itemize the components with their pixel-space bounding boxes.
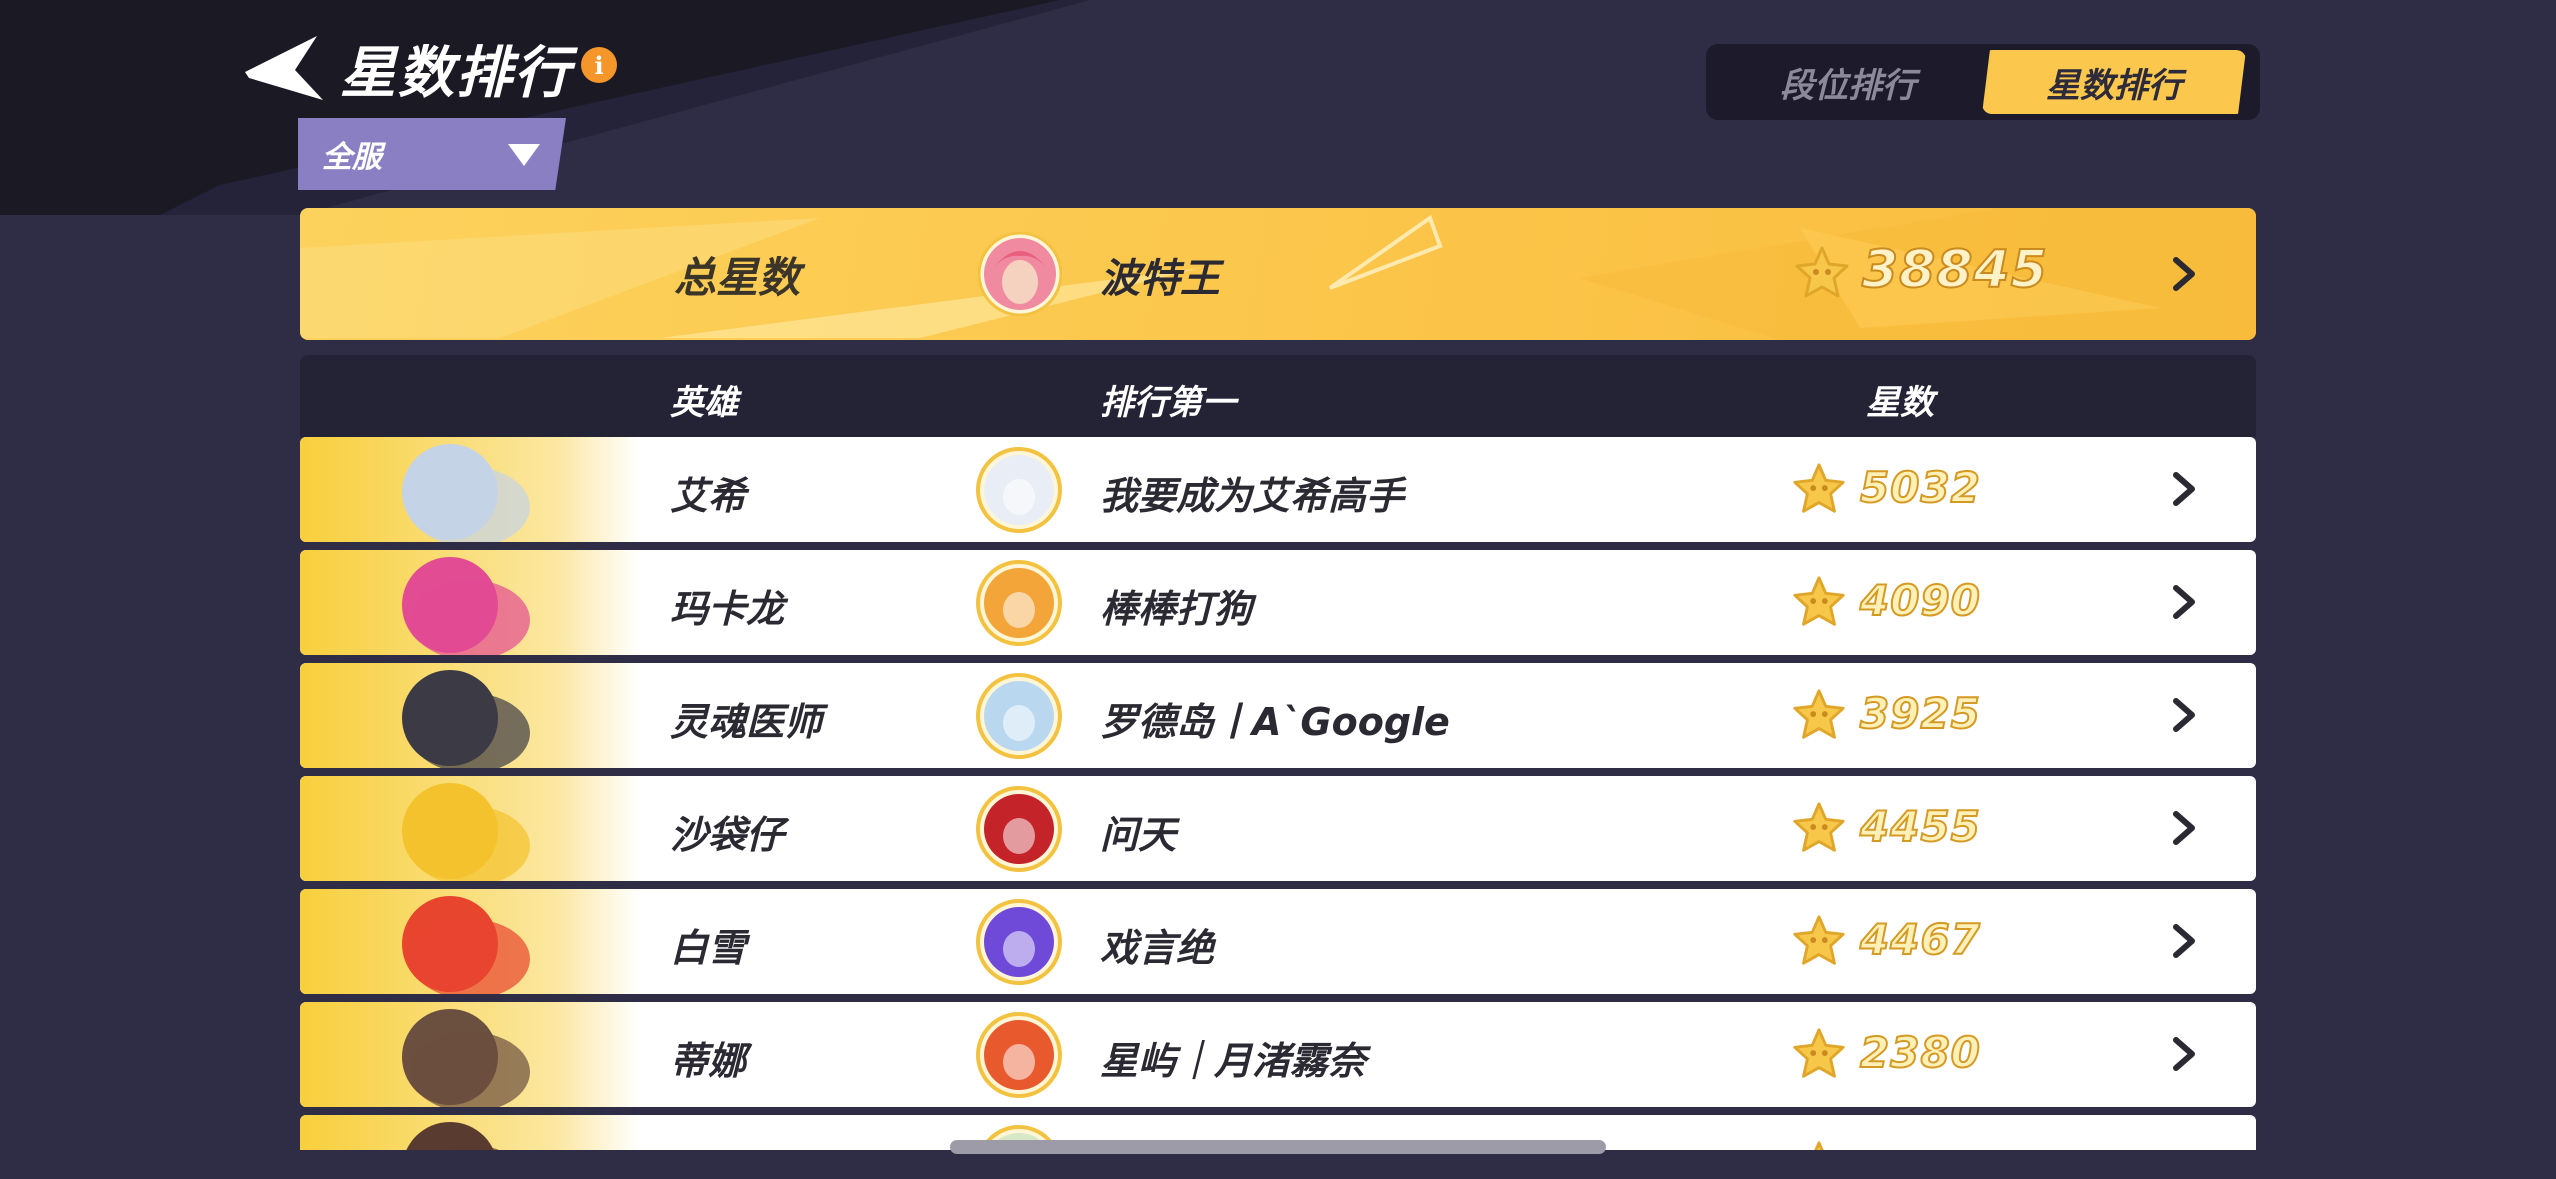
total-stars-value: 38845 bbox=[1861, 239, 2048, 301]
chevron-right-icon[interactable] bbox=[2164, 1034, 2204, 1074]
hero-name: 灵魂医师 bbox=[670, 700, 823, 744]
back-button[interactable] bbox=[245, 30, 325, 106]
total-stars-label: 总星数 bbox=[674, 253, 801, 302]
top-player-name: 罗德岛丨A`Google bbox=[1100, 700, 1450, 744]
player-avatar bbox=[976, 447, 1062, 533]
player-avatar bbox=[976, 673, 1062, 759]
column-header-hero: 英雄 bbox=[670, 383, 738, 423]
chevron-right-icon bbox=[2173, 257, 2195, 291]
leaderboard-screen: 星数排行 i 全服 段位排行 星数排行 总星数 波特王 38845 英雄 排行第… bbox=[0, 0, 2556, 1179]
hero-stars-value: 4455 bbox=[1859, 801, 1981, 852]
hero-portrait bbox=[300, 889, 640, 994]
back-arrow-icon bbox=[245, 36, 323, 100]
top-player-name: 戏言绝 bbox=[1100, 926, 1215, 970]
top-player-name: 星屿｜月渚霧奈 bbox=[1100, 1039, 1367, 1083]
chevron-right-icon[interactable] bbox=[2164, 469, 2204, 509]
tab-star-ranking[interactable]: 星数排行 bbox=[1982, 50, 2246, 114]
chevron-right-icon[interactable] bbox=[2164, 582, 2204, 622]
hero-stars-value: 2380 bbox=[1859, 1027, 1981, 1078]
star-icon bbox=[1793, 463, 1845, 513]
star-icon bbox=[1795, 246, 1849, 298]
hero-portrait bbox=[300, 1115, 640, 1150]
scrollbar[interactable] bbox=[950, 1140, 1606, 1154]
server-filter-dropdown[interactable]: 全服 bbox=[298, 118, 566, 190]
star-icon bbox=[1793, 1028, 1845, 1078]
top-player-name: 问天 bbox=[1100, 813, 1177, 857]
star-icon bbox=[1793, 802, 1845, 852]
hero-stars-value: 4090 bbox=[1859, 575, 1981, 626]
table-row[interactable]: 艾希 我要成为艾希高手 5032 bbox=[300, 437, 2256, 542]
page-title: 星数排行 bbox=[340, 41, 572, 106]
top-player-name: 棒棒打狗 bbox=[1100, 587, 1253, 631]
player-avatar bbox=[976, 786, 1062, 872]
table-row[interactable]: 玛卡龙 棒棒打狗 4090 bbox=[300, 550, 2256, 655]
hero-ranking-table: 英雄 排行第一 星数 艾希 我要成为艾希高手 5032 玛卡龙 棒棒打狗 4090 灵魂医师… bbox=[300, 355, 2256, 1150]
player-avatar bbox=[976, 1012, 1062, 1098]
star-icon bbox=[1793, 915, 1845, 965]
chevron-right-icon[interactable] bbox=[2164, 1147, 2204, 1150]
hero-name: 白雪 bbox=[670, 926, 747, 970]
hero-portrait bbox=[300, 663, 640, 768]
server-filter-label: 全服 bbox=[322, 140, 382, 175]
hero-stars-value: 5032 bbox=[1859, 462, 1981, 513]
table-row[interactable]: 白雪 戏言绝 4467 bbox=[300, 889, 2256, 994]
chevron-down-icon bbox=[508, 144, 540, 166]
hero-name: 艾希 bbox=[670, 474, 747, 518]
chevron-right-icon[interactable] bbox=[2164, 921, 2204, 961]
hero-name: 玛卡龙 bbox=[670, 587, 785, 631]
hero-name: 沙袋仔 bbox=[670, 813, 785, 857]
table-row[interactable]: 灵魂医师 罗德岛丨A`Google 3925 bbox=[300, 663, 2256, 768]
total-player-avatar bbox=[978, 232, 1062, 316]
star-icon bbox=[1793, 576, 1845, 626]
hero-portrait bbox=[300, 1002, 640, 1107]
top-player-name: 我要成为艾希高手 bbox=[1100, 474, 1405, 518]
hero-portrait bbox=[300, 550, 640, 655]
total-stars-banner[interactable]: 总星数 波特王 38845 bbox=[300, 208, 2256, 340]
tab-tier-ranking[interactable]: 段位排行 bbox=[1716, 50, 1980, 114]
table-row[interactable]: 蒂娜 星屿｜月渚霧奈 2380 bbox=[300, 1002, 2256, 1107]
column-header-top-player: 排行第一 bbox=[1100, 383, 1236, 423]
hero-portrait bbox=[300, 776, 640, 881]
hero-portrait bbox=[300, 437, 640, 542]
star-icon bbox=[1814, 1141, 1824, 1150]
chevron-right-icon[interactable] bbox=[2164, 695, 2204, 735]
star-icon bbox=[1793, 689, 1845, 739]
info-icon[interactable]: i bbox=[581, 47, 617, 83]
column-header-stars: 星数 bbox=[1866, 383, 1934, 423]
table-header: 英雄 排行第一 星数 bbox=[300, 355, 2256, 437]
total-player-name: 波特王 bbox=[1100, 256, 1220, 302]
player-avatar bbox=[976, 899, 1062, 985]
chevron-right-icon[interactable] bbox=[2164, 808, 2204, 848]
ranking-tab-switch: 段位排行 星数排行 bbox=[1706, 44, 2260, 120]
hero-name: 蒂娜 bbox=[670, 1039, 747, 1083]
table-row[interactable]: 沙袋仔 问天 4455 bbox=[300, 776, 2256, 881]
hero-stars-value: 4467 bbox=[1859, 914, 1981, 965]
hero-stars-value: 3925 bbox=[1859, 688, 1981, 739]
player-avatar bbox=[976, 560, 1062, 646]
